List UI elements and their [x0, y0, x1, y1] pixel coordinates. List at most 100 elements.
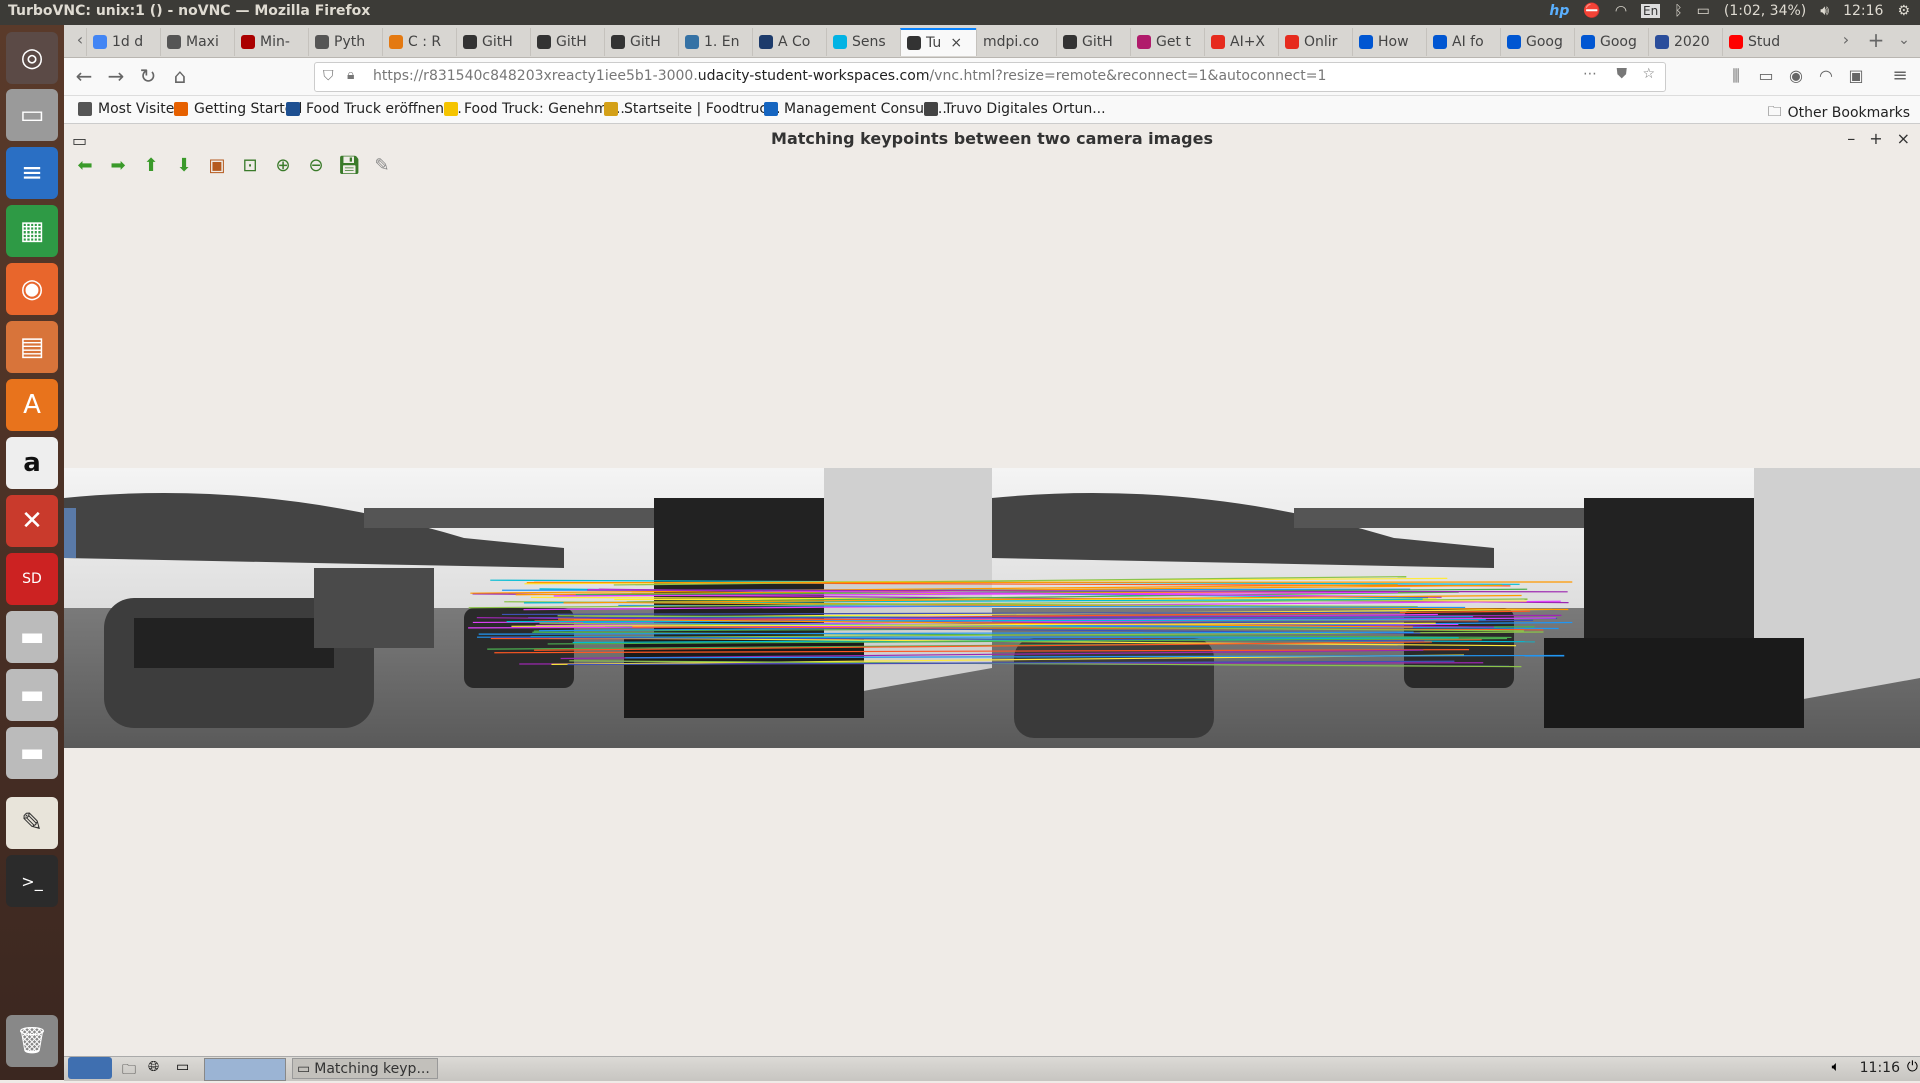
other-bookmarks[interactable]: 🗀 Other Bookmarks: [1768, 101, 1910, 125]
ubuntu-logo-icon[interactable]: ◎: [6, 32, 58, 84]
bookmark-item[interactable]: Management Consult...: [764, 101, 947, 117]
forward-arrow-icon[interactable]: ➡: [107, 155, 129, 177]
window-menu-icon[interactable]: ▭: [72, 127, 87, 154]
trash-icon[interactable]: 🗑︎: [6, 1015, 58, 1067]
text-editor-icon[interactable]: ✎: [6, 797, 58, 849]
tab-5[interactable]: GitH: [456, 28, 530, 56]
back-arrow-icon[interactable]: ⬅: [74, 155, 96, 177]
tab-3[interactable]: Pyth: [308, 28, 382, 56]
tab-18[interactable]: AI fo: [1426, 28, 1500, 56]
clock[interactable]: 12:16: [1843, 3, 1883, 19]
bookmark-item[interactable]: Startseite | Foodtruc...: [604, 101, 780, 117]
image-icon[interactable]: ▣: [206, 155, 228, 177]
list-all-tabs-icon[interactable]: ⌄: [1892, 28, 1916, 52]
tab-7[interactable]: GitH: [604, 28, 678, 56]
drive-icon[interactable]: ▬: [6, 611, 58, 663]
extension-icon[interactable]: ▣: [1844, 64, 1868, 88]
bookmark-item[interactable]: Truvo Digitales Ortun...: [924, 101, 1106, 117]
calc-icon[interactable]: ▦: [6, 205, 58, 257]
minimize-icon[interactable]: –: [1847, 125, 1855, 152]
impress-icon[interactable]: ▤: [6, 321, 58, 373]
window-icon[interactable]: ▭: [176, 1059, 189, 1075]
sd-card-icon[interactable]: SD: [6, 553, 58, 605]
menu-icon[interactable]: ≡: [1888, 64, 1912, 88]
volume-icon[interactable]: 🔈︎: [1832, 1059, 1840, 1075]
tab-0[interactable]: 1d d: [86, 28, 160, 56]
tab-16[interactable]: Onlir: [1278, 28, 1352, 56]
account-icon[interactable]: ◉: [1784, 64, 1808, 88]
bookmark-star-icon[interactable]: ☆: [1642, 66, 1655, 82]
wifi-icon[interactable]: ◠: [1615, 3, 1627, 19]
page-actions-icon[interactable]: ⋯: [1583, 66, 1597, 82]
bookmark-item[interactable]: Most Visited: [78, 101, 183, 117]
tab-15[interactable]: AI+X: [1204, 28, 1278, 56]
close-icon[interactable]: ×: [1897, 125, 1910, 152]
files-icon[interactable]: 🗀: [122, 1059, 136, 1083]
forward-button[interactable]: →: [104, 64, 128, 88]
lock-icon[interactable]: 🔒︎: [347, 67, 354, 83]
taskbar-window-button[interactable]: ▭ Matching keyp...: [292, 1058, 438, 1079]
amazon-icon[interactable]: a: [6, 437, 58, 489]
reload-button[interactable]: ↻: [136, 64, 160, 88]
hp-icon[interactable]: hp: [1549, 3, 1569, 19]
up-arrow-icon[interactable]: ⬆: [140, 155, 162, 177]
bookmark-item[interactable]: Food Truck: Genehmi...: [444, 101, 625, 117]
drive-icon[interactable]: ▬: [6, 669, 58, 721]
bookmark-item[interactable]: Food Truck eröffnen ...: [286, 101, 462, 117]
sidebar-icon[interactable]: ▭: [1754, 64, 1778, 88]
keyboard-layout-icon[interactable]: En: [1641, 4, 1660, 18]
drive-icon[interactable]: ▬: [6, 727, 58, 779]
pocket-icon[interactable]: ⛊: [1617, 66, 1628, 82]
gear-icon[interactable]: ⚙: [1897, 3, 1910, 19]
back-button[interactable]: ←: [72, 64, 96, 88]
files-icon[interactable]: ▭: [6, 89, 58, 141]
tab-14[interactable]: Get t: [1130, 28, 1204, 56]
battery-icon[interactable]: ▭: [1697, 3, 1710, 19]
bluetooth-icon[interactable]: ᛒ: [1674, 3, 1682, 19]
tab-20[interactable]: Goog: [1574, 28, 1648, 56]
url-bar[interactable]: ⛉ 🔒︎ https://r831540c848203xreacty1iee5b…: [314, 62, 1666, 92]
zoom-out-icon[interactable]: ⊖: [305, 155, 327, 177]
workspace-switcher[interactable]: [204, 1058, 286, 1081]
tab-9[interactable]: A Co: [752, 28, 826, 56]
close-tab-icon[interactable]: ×: [950, 35, 962, 51]
zoom-in-icon[interactable]: ⊕: [272, 155, 294, 177]
down-arrow-icon[interactable]: ⬇: [173, 155, 195, 177]
settings-icon[interactable]: ✎: [371, 155, 393, 177]
keypoint-match-image[interactable]: [64, 468, 1920, 748]
tabs-scroll-right-icon[interactable]: ›: [1834, 28, 1858, 52]
tab-11[interactable]: Tu×: [900, 28, 976, 56]
writer-icon[interactable]: ≡: [6, 147, 58, 199]
system-settings-icon[interactable]: ✕: [6, 495, 58, 547]
tab-6[interactable]: GitH: [530, 28, 604, 56]
bookmark-item[interactable]: Getting Started: [174, 101, 302, 117]
save-icon[interactable]: 💾︎: [338, 155, 360, 177]
browser-icon[interactable]: 🌐︎: [148, 1059, 159, 1075]
tab-8[interactable]: 1. En: [678, 28, 752, 56]
start-menu-icon[interactable]: [68, 1057, 112, 1079]
no-entry-icon[interactable]: ⛔: [1583, 3, 1600, 19]
software-center-icon[interactable]: A: [6, 379, 58, 431]
tab-12[interactable]: mdpi.co: [976, 28, 1056, 56]
power-icon[interactable]: ⏻: [1907, 1059, 1918, 1075]
library-icon[interactable]: ⫼: [1724, 64, 1748, 88]
tab-17[interactable]: How: [1352, 28, 1426, 56]
tab-1[interactable]: Maxi: [160, 28, 234, 56]
new-tab-icon[interactable]: +: [1864, 28, 1888, 52]
maximize-icon[interactable]: +: [1869, 125, 1882, 152]
firefox-icon[interactable]: ◉: [6, 263, 58, 315]
tab-13[interactable]: GitH: [1056, 28, 1130, 56]
side-panel-handle[interactable]: [64, 508, 76, 558]
taskbar-clock[interactable]: 11:16: [1860, 1060, 1900, 1076]
volume-icon[interactable]: 🔊︎: [1820, 3, 1829, 19]
tab-4[interactable]: C : R: [382, 28, 456, 56]
tab-21[interactable]: 2020: [1648, 28, 1722, 56]
extension-icon[interactable]: ◠: [1814, 64, 1838, 88]
tab-19[interactable]: Goog: [1500, 28, 1574, 56]
tab-10[interactable]: Sens: [826, 28, 900, 56]
home-button[interactable]: ⌂: [168, 64, 192, 88]
tab-2[interactable]: Min-: [234, 28, 308, 56]
tab-22[interactable]: Stud: [1722, 28, 1796, 56]
url-text[interactable]: https://r831540c848203xreacty1iee5b1-300…: [373, 68, 1326, 84]
terminal-icon[interactable]: >_: [6, 855, 58, 907]
